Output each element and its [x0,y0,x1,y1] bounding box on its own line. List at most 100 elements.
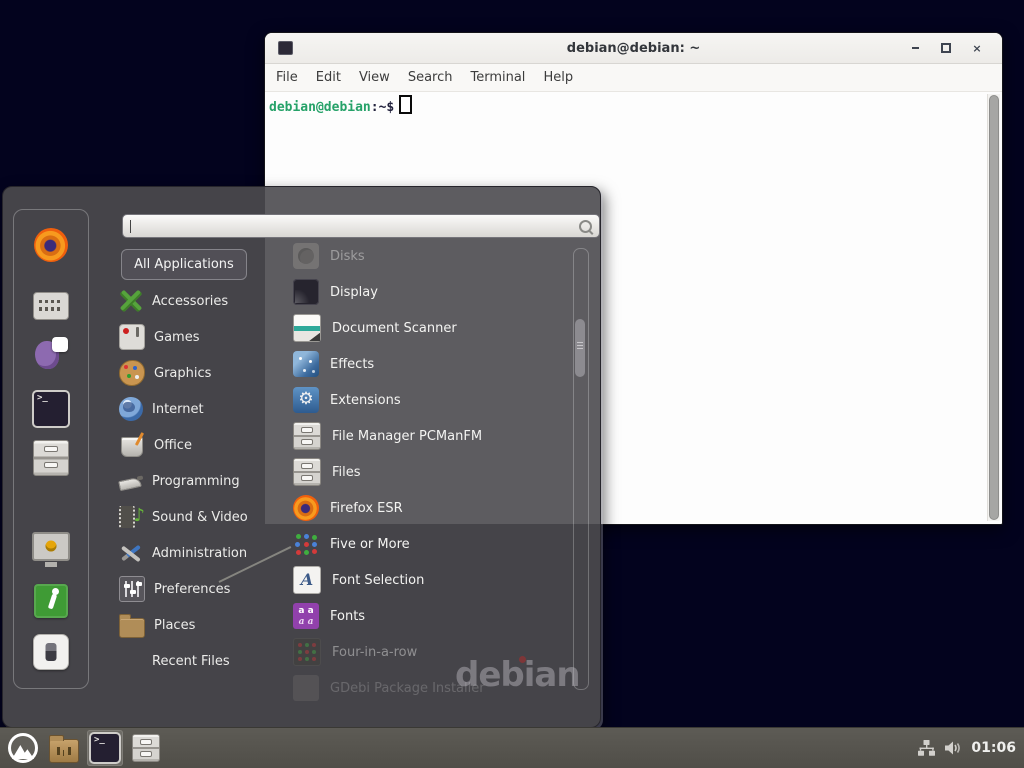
font-selection-icon [293,566,321,594]
cat-item-preferences[interactable]: Preferences [119,571,287,607]
cat-item-label: Games [154,330,199,345]
cat-item-recent-files[interactable]: Recent Files [119,643,287,679]
firefox-icon [34,228,68,262]
terminal-title: debian@debian: ~ [265,41,1002,56]
terminal-menubar: FileEditViewSearchTerminalHelp [265,64,1002,92]
app-item-display[interactable]: Display [293,274,563,310]
preferences-icon [119,576,145,602]
cat-item-office[interactable]: Office [119,427,287,463]
cat-item-sound-video[interactable]: Sound & Video [119,499,287,535]
cat-item-graphics[interactable]: Graphics [119,355,287,391]
firefox-button[interactable] [34,228,68,266]
app-item-files[interactable]: Files [293,454,563,490]
search-input[interactable] [129,219,579,234]
taskbar-terminal-button[interactable] [87,730,123,766]
app-item-file-manager-pcmanfm[interactable]: File Manager PCManFM [293,418,563,454]
app-item-label: Display [330,285,378,300]
cat-item-games[interactable]: Games [119,319,287,355]
app-item-extensions[interactable]: Extensions [293,382,563,418]
file-cabinet-icon [33,440,69,476]
app-item-disks[interactable]: Disks [293,238,563,274]
menu-help[interactable]: Help [534,70,582,85]
gdebi-icon [293,675,319,701]
terminal-scrollbar[interactable] [987,94,1000,521]
app-item-font-selection[interactable]: Font Selection [293,562,563,598]
programming-icon [119,469,143,493]
cat-item-label: Administration [152,546,247,561]
taskbar-menu-button[interactable] [5,730,41,766]
terminal-icon [32,390,70,428]
five-or-more-icon [293,531,319,557]
app-item-label: GDebi Package Installer [330,681,485,696]
search-box[interactable] [122,214,600,238]
pidgin-icon [34,336,68,370]
shutdown-button[interactable] [33,634,69,674]
app-item-effects[interactable]: Effects [293,346,563,382]
internet-icon [119,397,143,421]
minimize-button[interactable] [904,39,926,57]
keyboard-button[interactable] [33,288,69,324]
app-item-label: Effects [330,357,374,372]
app-item-label: Document Scanner [332,321,457,336]
all-applications-button[interactable]: All Applications [121,249,247,280]
app-item-gdebi-package-installer[interactable]: GDebi Package Installer [293,670,563,706]
taskbar-file-cabinet-button[interactable] [128,730,164,766]
desktop: debian@debian: ~ × FileEditViewSearchTer… [0,0,1024,768]
favorites-sidebar [13,209,89,689]
logout-button[interactable] [34,584,68,622]
terminal-cursor [399,95,412,114]
terminal-scrollbar-thumb[interactable] [989,95,999,520]
menu-terminal[interactable]: Terminal [461,70,534,85]
terminal-button[interactable] [32,390,70,432]
application-menu: All Applications Accessories Games Graphic… [2,186,601,728]
effects-icon [293,351,319,377]
close-button[interactable]: × [966,39,988,57]
maximize-button[interactable] [935,39,957,57]
app-item-four-in-a-row[interactable]: Four-in-a-row [293,634,563,670]
cat-item-places[interactable]: Places [119,607,287,643]
app-item-label: Five or More [330,537,410,552]
lock-screen-button[interactable] [32,530,70,565]
cat-item-administration[interactable]: Administration [119,535,287,571]
app-item-label: File Manager PCManFM [332,429,482,444]
cat-item-accessories[interactable]: Accessories [119,283,287,319]
volume-icon[interactable] [944,740,962,756]
cat-item-programming[interactable]: Programming [119,463,287,499]
system-tray: 01:06 [918,740,1024,756]
file-cabinet-icon [293,458,321,486]
app-item-label: Font Selection [332,573,424,588]
document-scanner-icon [293,314,321,342]
shutdown-icon [33,634,69,670]
fonts-icon [293,603,319,629]
cat-item-label: Recent Files [152,654,230,669]
menu-scrollbar-thumb[interactable] [575,319,585,377]
cat-item-label: Accessories [152,294,228,309]
app-item-firefox-esr[interactable]: Firefox ESR [293,490,563,526]
menu-file[interactable]: File [267,70,307,85]
network-icon[interactable] [918,740,935,756]
taskbar-file-manager-button[interactable] [46,730,82,766]
app-item-five-or-more[interactable]: Five or More [293,526,563,562]
lock-screen-icon [32,532,70,561]
menu-view[interactable]: View [350,70,399,85]
folder-icon [49,739,79,763]
file-manager-button[interactable] [33,440,69,480]
menu-scrollbar[interactable] [573,248,589,690]
prompt-user: debian@debian [269,100,371,115]
cat-item-label: Office [154,438,192,453]
taskbar: 01:06 [0,727,1024,768]
menu-search[interactable]: Search [399,70,462,85]
logout-icon [34,584,68,618]
cat-item-label: Places [154,618,195,633]
menu-logo-icon [8,733,38,763]
places-icon [119,618,145,638]
menu-edit[interactable]: Edit [307,70,350,85]
app-item-document-scanner[interactable]: Document Scanner [293,310,563,346]
extensions-icon [293,387,319,413]
cat-item-internet[interactable]: Internet [119,391,287,427]
cat-item-label: Graphics [154,366,211,381]
terminal-titlebar[interactable]: debian@debian: ~ × [265,33,1002,64]
app-item-fonts[interactable]: Fonts [293,598,563,634]
pidgin-button[interactable] [34,336,68,374]
firefox-icon [293,495,319,521]
